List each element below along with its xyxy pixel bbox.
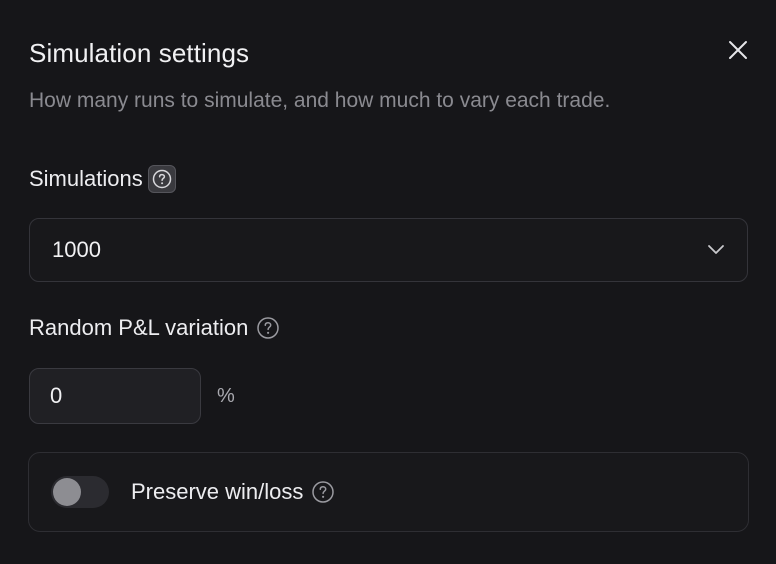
dialog-title: Simulation settings [29,38,250,68]
percent-unit: % [217,385,235,407]
preserve-win-loss-card: Preserve win/loss [28,452,749,532]
simulations-help-button[interactable] [147,165,176,193]
close-icon [729,41,747,59]
question-circle-icon [152,169,171,189]
simulations-label: Simulations [29,166,143,191]
preserve-label: Preserve win/loss [131,479,304,504]
dialog-subtitle: How many runs to simulate, and how much … [29,89,611,112]
chevron-down-icon [708,245,724,254]
variation-label-row: Random P&L variation [29,313,280,343]
simulations-label-row: Simulations [29,164,176,194]
toggle-knob [53,478,81,506]
question-circle-icon [312,481,335,503]
variation-input[interactable] [29,368,201,424]
variation-help-button[interactable] [256,316,280,340]
simulations-selected-value: 1000 [52,237,101,262]
variation-label: Random P&L variation [29,315,249,340]
simulation-settings-dialog: Simulation settings How many runs to sim… [0,0,776,564]
close-button[interactable] [722,34,754,66]
simulations-select[interactable]: 1000 [29,218,748,282]
question-circle-icon [257,317,280,339]
preserve-label-row: Preserve win/loss [131,479,335,505]
preserve-win-loss-toggle[interactable] [51,476,109,508]
preserve-help-button[interactable] [311,480,335,504]
